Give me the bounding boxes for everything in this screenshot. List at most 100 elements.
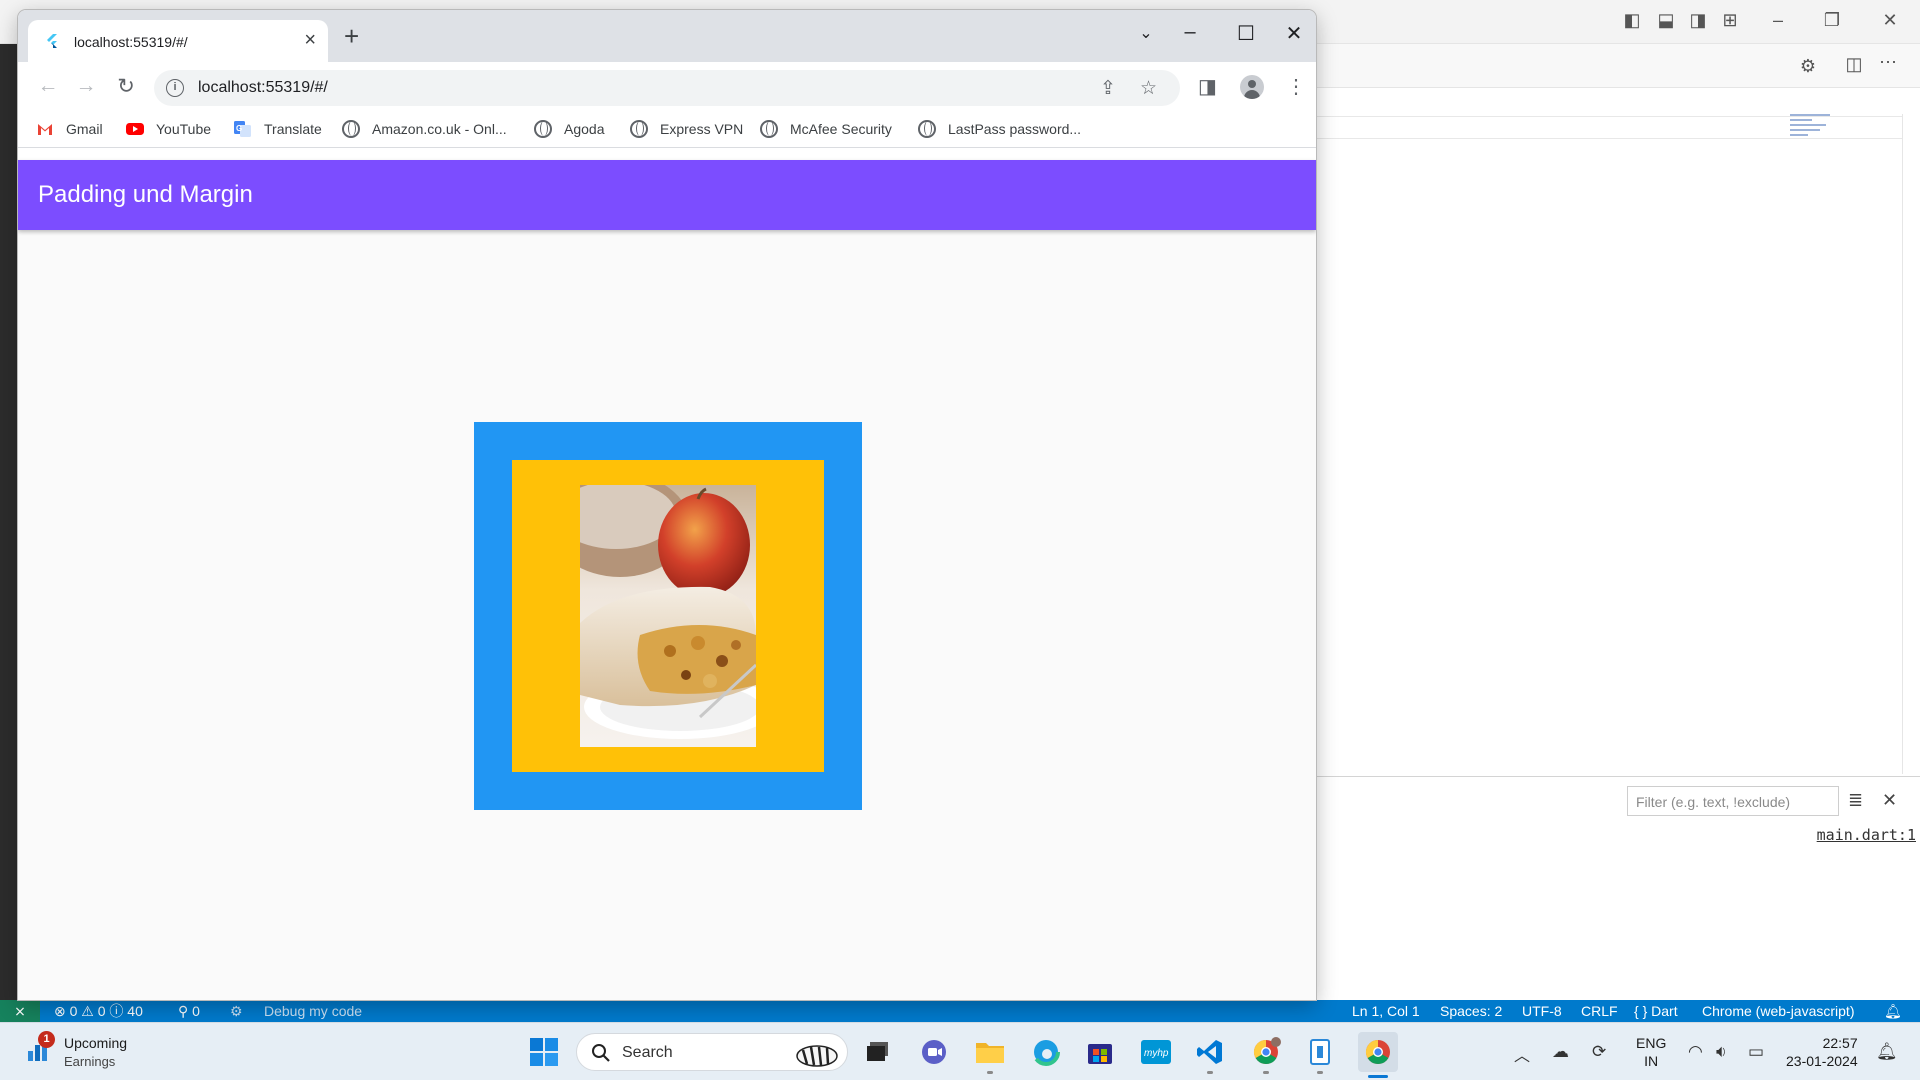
url-text: localhost:55319/#/ [198,79,328,96]
bookmark-gmail[interactable]: Gmail [36,120,103,138]
bookmark-mcafee[interactable]: McAfee Security [760,120,892,138]
task-view-icon[interactable] [862,1037,894,1067]
bookmark-label: Agoda [564,121,605,137]
clock-date: 23-01-2024 [1786,1053,1858,1069]
maximize-window-button[interactable]: ☐ [1226,21,1266,46]
show-hidden-icons-chevron[interactable]: ︿ [1514,1042,1530,1066]
notepad-icon[interactable] [1304,1037,1336,1067]
back-button[interactable]: ← [34,74,62,98]
strudel-photo [580,485,756,747]
reload-button[interactable]: ↻ [112,74,140,99]
new-tab-button[interactable]: + [344,23,359,49]
forward-button[interactable]: → [72,74,100,98]
bookmark-agoda[interactable]: Agoda [534,120,604,138]
problems-status[interactable]: ⊗ 0 ⚠ 0 ⓘ 40 [54,1000,143,1022]
bookmark-label: McAfee Security [790,121,892,137]
bookmark-youtube[interactable]: YouTube [126,120,211,138]
bookmark-label: YouTube [156,121,212,137]
split-editor-icon[interactable]: ◫ [1842,54,1866,75]
bookmark-star-icon[interactable]: ☆ [1140,77,1157,100]
site-info-icon[interactable]: i [166,79,184,97]
customize-layout-icon[interactable]: ⊞ [1718,10,1742,31]
wrap-lines-icon[interactable]: ≣ [1848,790,1863,811]
globe-icon [918,120,936,138]
globe-icon [760,120,778,138]
bookmark-express-vpn[interactable]: Express VPN [630,120,743,138]
eol-status[interactable]: CRLF [1581,1000,1618,1022]
volume-icon[interactable]: 🔉︎ [1716,1042,1727,1062]
running-indicator [1317,1071,1323,1074]
battery-icon[interactable]: ▭ [1748,1042,1764,1062]
run-debug-icon[interactable]: ⚙ [1796,56,1820,77]
ports-status[interactable]: ⚲ 0 [178,1000,200,1022]
profile-avatar-icon[interactable] [1240,75,1264,99]
close-button[interactable]: ✕ [1878,10,1902,31]
side-panel-icon[interactable]: ◨ [1198,74,1217,99]
ports-count: 0 [192,1003,200,1019]
tab-search-chevron-icon[interactable]: ⌄ [1126,23,1166,43]
padding-container [512,460,824,772]
chrome-active-icon[interactable] [1358,1032,1398,1072]
notification-badge: 1 [38,1031,55,1048]
close-tab-icon[interactable]: × [304,29,316,52]
minimize-window-button[interactable]: – [1170,21,1210,44]
sync-icon[interactable]: ⟳ [1592,1042,1606,1062]
page-title: Padding und Margin [38,181,253,208]
bookmark-translate[interactable]: G Translate [234,120,322,138]
wifi-icon[interactable]: ◠ [1688,1042,1703,1062]
share-icon[interactable]: ⇪ [1100,77,1116,100]
edge-icon[interactable] [1030,1037,1062,1067]
activity-bar [0,44,18,1000]
editor-scrollbar[interactable] [1902,114,1903,774]
cursor-position[interactable]: Ln 1, Col 1 [1352,1000,1420,1022]
source-link[interactable]: main.dart:1 [1817,826,1916,844]
windows-start-icon[interactable] [528,1037,560,1067]
chrome-profile-icon[interactable] [1250,1037,1282,1067]
indentation-status[interactable]: Spaces: 2 [1440,1000,1502,1022]
chrome-window: localhost:55319/#/ × + ⌄ – ☐ ✕ ← → ↻ i l… [18,10,1316,1000]
more-actions-icon[interactable]: ⋯ [1876,52,1900,73]
remote-indicator-icon[interactable]: ⨯ [0,1000,40,1022]
browser-tab[interactable]: localhost:55319/#/ × [28,20,328,62]
toggle-panel-icon[interactable]: ⬓ [1654,10,1678,31]
broadcast-icon: ⚲ [178,1003,193,1019]
running-indicator [987,1071,993,1074]
microsoft-store-icon[interactable] [1084,1037,1116,1067]
taskbar-search-box[interactable]: Search [576,1033,848,1071]
youtube-icon [126,123,144,135]
notification-center-bell-icon[interactable]: 🔔︎ [1876,1042,1898,1062]
restore-button[interactable]: ❐ [1820,10,1844,31]
encoding-status[interactable]: UTF-8 [1522,1000,1562,1022]
bookmarks-bar: Gmail YouTube G Translate Amazon.co.uk -… [18,112,1316,148]
toggle-secondary-sidebar-icon[interactable]: ◨ [1686,10,1710,31]
system-clock[interactable]: 22:57 23-01-2024 [1786,1034,1858,1070]
bookmark-label: Translate [264,121,322,137]
bookmark-lastpass[interactable]: LastPass password... [918,120,1081,138]
toggle-sidebar-icon[interactable]: ◧ [1620,10,1644,31]
windows-taskbar: 1 Upcoming Earnings Search myhp ︿ ☁ ⟳ EN… [0,1022,1920,1080]
language-mode[interactable]: { } Dart [1634,1000,1678,1022]
close-window-button[interactable]: ✕ [1274,21,1314,46]
vscode-icon[interactable] [1194,1037,1226,1067]
debug-console-filter-input[interactable]: Filter (e.g. text, !exclude) [1627,786,1839,816]
chrome-menu-icon[interactable]: ⋮ [1286,74,1306,99]
app-bar: Padding und Margin [18,160,1316,230]
zebra-highlight-icon [796,1045,838,1067]
close-panel-icon[interactable]: ✕ [1882,790,1897,811]
bookmark-amazon[interactable]: Amazon.co.uk - Onl... [342,120,507,138]
debug-my-code-status[interactable]: Debug my code [264,1000,362,1022]
browser-toolbar: ← → ↻ i localhost:55319/#/ ⇪ ☆ ◨ ⋮ [18,62,1316,112]
input-language-indicator[interactable]: ENG IN [1636,1034,1666,1070]
myhp-icon[interactable]: myhp [1140,1037,1172,1067]
minimize-button[interactable]: – [1766,10,1790,31]
widget-subtitle: Earnings [64,1054,116,1069]
teams-chat-icon[interactable] [918,1037,950,1067]
address-bar[interactable]: i localhost:55319/#/ ⇪ ☆ [154,70,1180,106]
file-explorer-icon[interactable] [974,1037,1006,1067]
notifications-bell-icon[interactable]: 🔔︎ [1884,1000,1902,1022]
svg-text:myhp: myhp [1144,1048,1169,1059]
widget-title: Upcoming [64,1035,128,1051]
onedrive-cloud-icon[interactable]: ☁ [1552,1042,1569,1062]
device-status[interactable]: Chrome (web-javascript) [1702,1000,1854,1022]
svg-text:G: G [236,124,242,133]
